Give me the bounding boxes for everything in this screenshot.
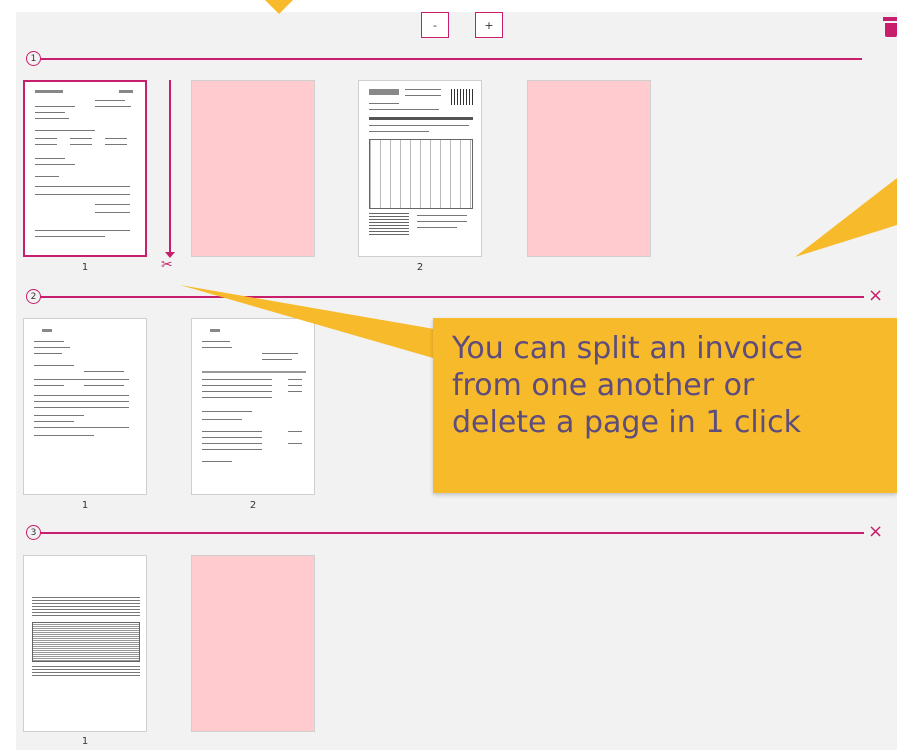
remove-group-button-3[interactable]: ×	[868, 523, 883, 541]
tooltip-pointer-top	[265, 0, 293, 14]
page-thumbnail[interactable]	[23, 80, 147, 257]
scissors-icon[interactable]: ✂	[161, 257, 181, 273]
zoom-in-button[interactable]: +	[475, 12, 503, 38]
group-number-1: 1	[26, 51, 41, 66]
page-number-label: 1	[81, 736, 89, 747]
page-thumbnail[interactable]	[23, 555, 147, 732]
group-number-2: 2	[26, 289, 41, 304]
help-tooltip: You can split an invoice from one anothe…	[433, 318, 897, 493]
group-number-3: 3	[26, 525, 41, 540]
blank-page-thumbnail[interactable]	[527, 80, 651, 257]
zoom-out-button[interactable]: -	[421, 12, 449, 38]
trash-icon[interactable]	[883, 17, 897, 37]
remove-group-button-2[interactable]: ×	[868, 287, 883, 305]
page-number-label: 1	[81, 500, 89, 511]
blank-page-thumbnail[interactable]	[191, 80, 315, 257]
page-thumbnail[interactable]	[191, 318, 315, 495]
group-separator-line	[34, 532, 864, 534]
group-separator-line	[34, 58, 862, 60]
tooltip-text: You can split an invoice from one anothe…	[452, 331, 803, 440]
split-guide-line	[169, 80, 171, 256]
page-number-label: 2	[416, 262, 424, 273]
group-separator-line	[34, 296, 864, 298]
page-thumbnail[interactable]	[358, 80, 482, 257]
page-number-label: 1	[81, 262, 89, 273]
page-thumbnail[interactable]	[23, 318, 147, 495]
blank-page-thumbnail[interactable]	[191, 555, 315, 732]
page-number-label: 2	[249, 500, 257, 511]
